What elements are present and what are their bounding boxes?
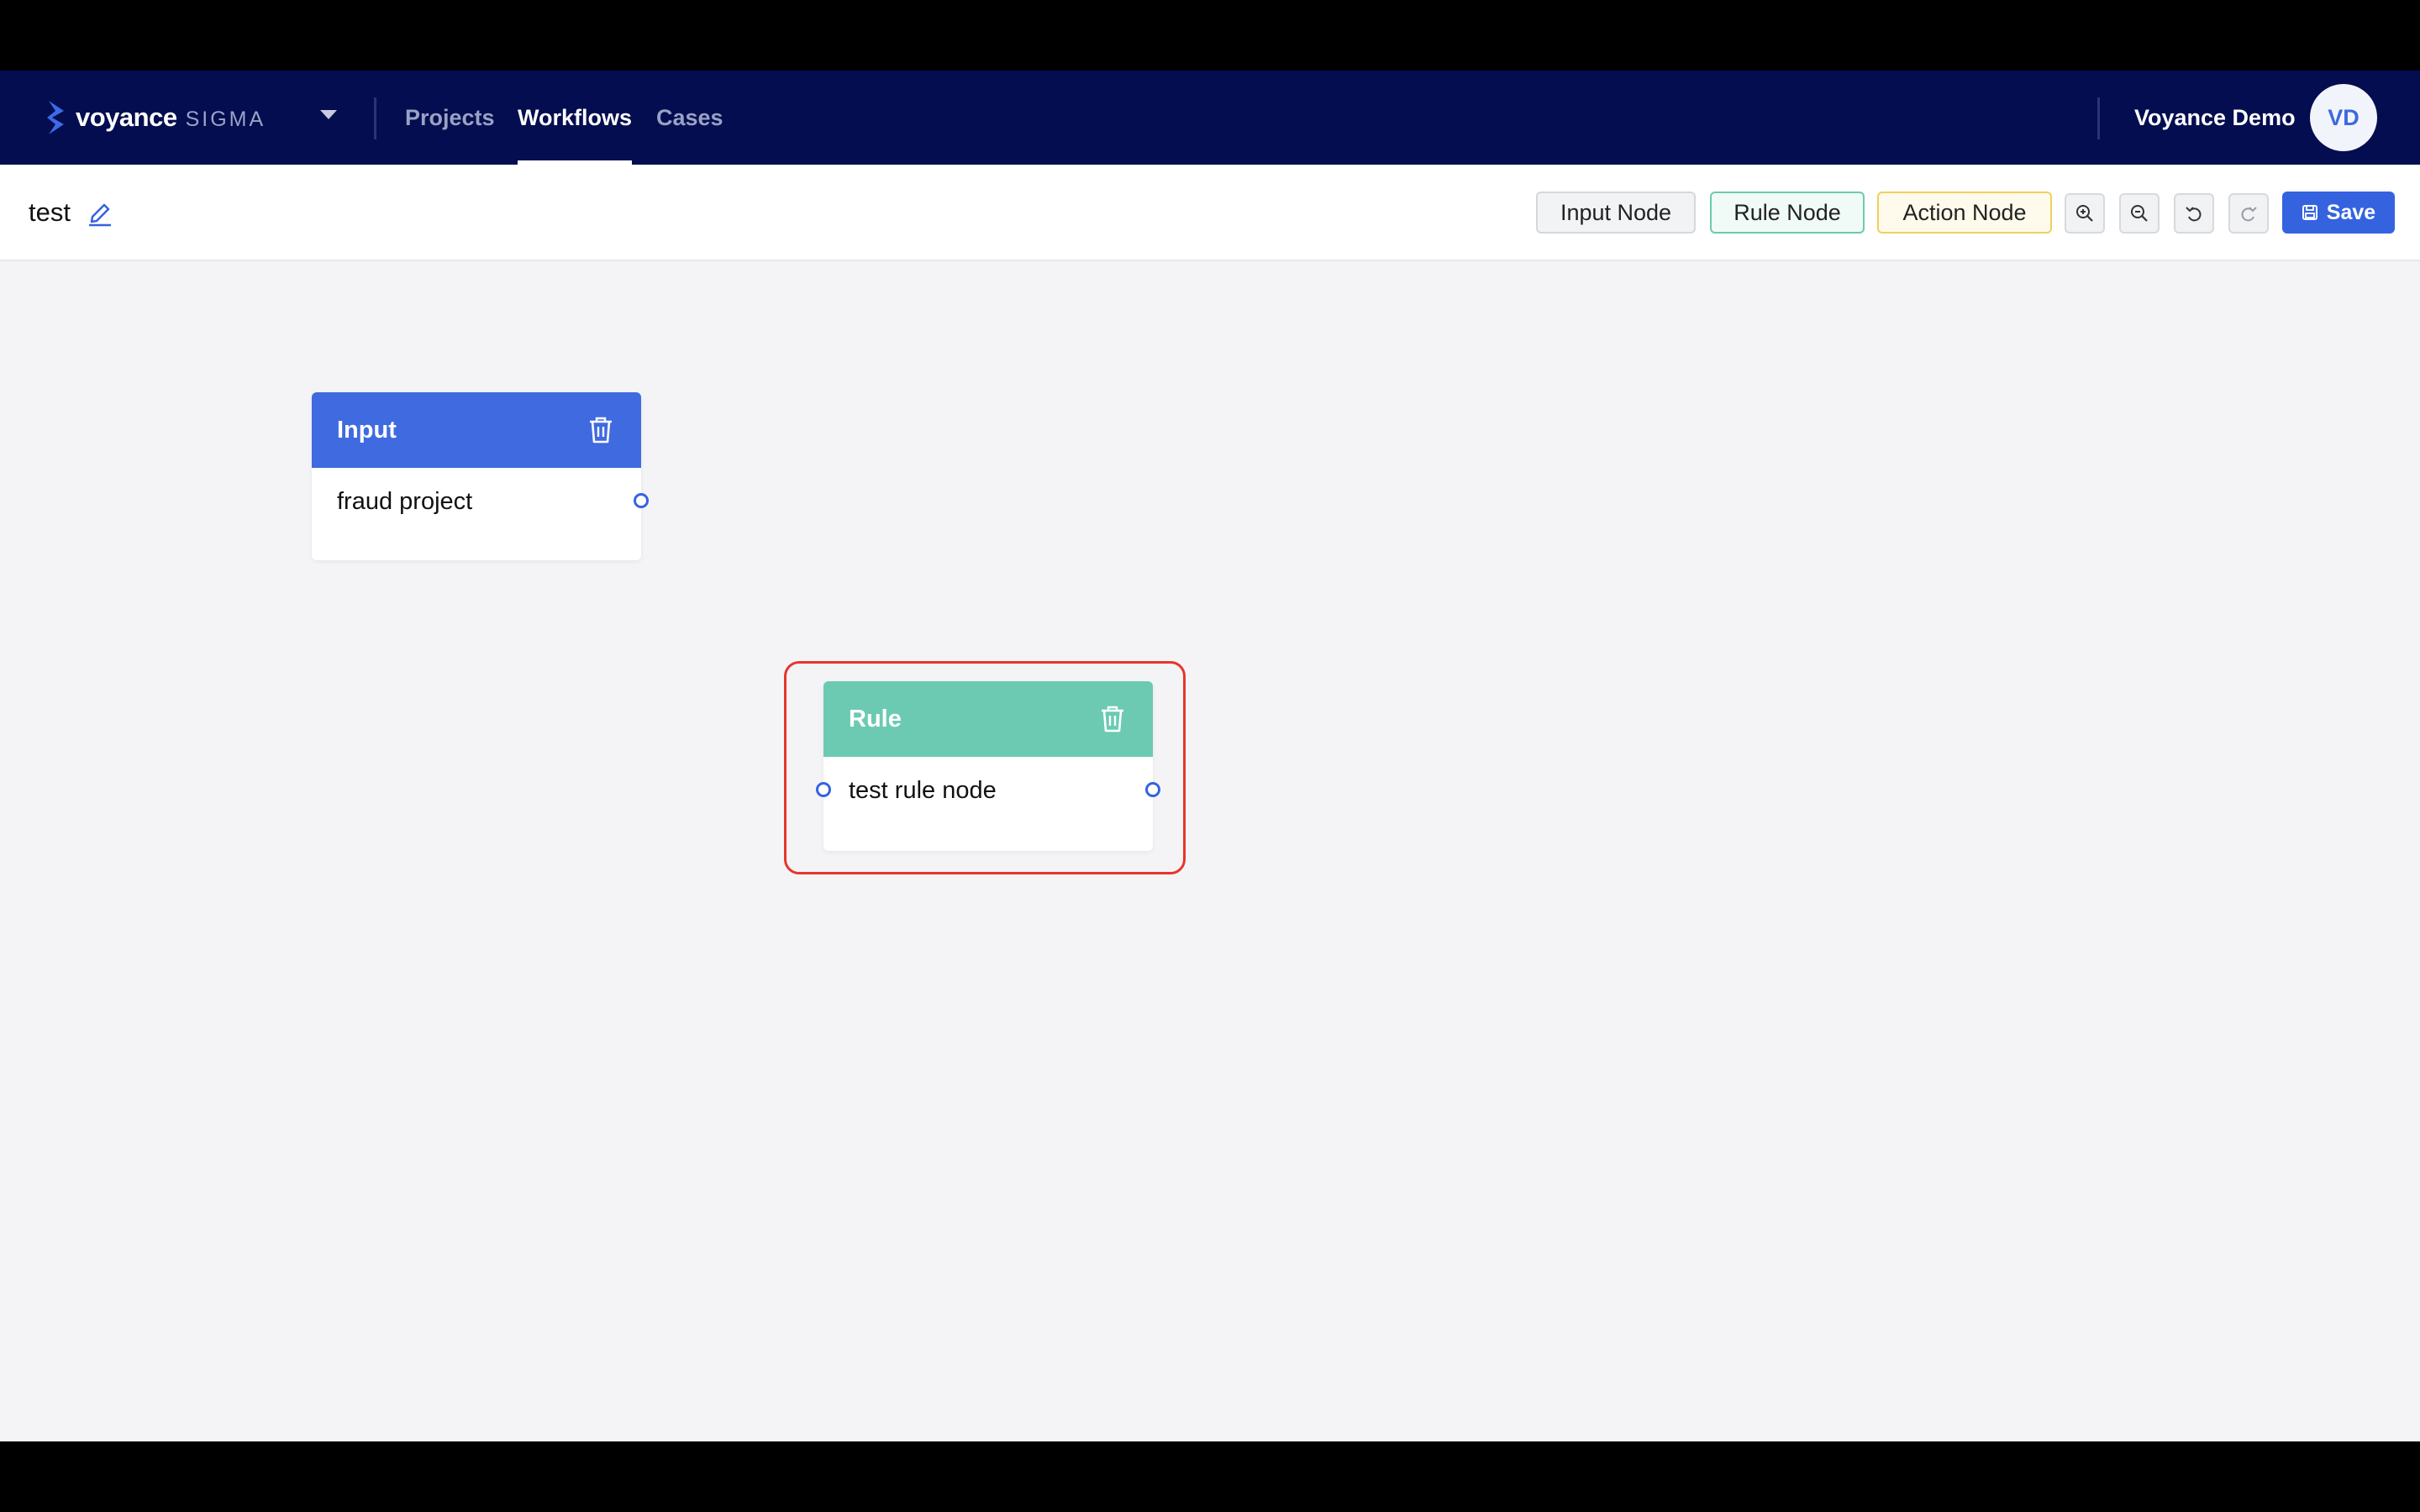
input-node-output-handle[interactable] <box>634 493 649 508</box>
app-frame: voyance SIGMA Projects Workflows Cases V… <box>0 71 2420 1441</box>
input-node-title: Input <box>337 416 397 444</box>
rule-node-input-handle[interactable] <box>816 782 831 797</box>
input-node[interactable]: Input fraud project <box>312 392 649 560</box>
delete-rule-node-button[interactable] <box>1097 704 1128 734</box>
user-name[interactable]: Voyance Demo <box>2134 71 2296 165</box>
input-node-body: fraud project <box>337 488 473 515</box>
redo-button[interactable] <box>2228 193 2269 234</box>
rule-node-title: Rule <box>849 705 902 732</box>
edit-icon <box>89 203 111 227</box>
nav-cases[interactable]: Cases <box>656 71 723 165</box>
brand-logo[interactable]: voyance SIGMA <box>44 96 266 139</box>
save-icon <box>2302 205 2317 220</box>
input-node-header[interactable]: Input <box>312 392 641 468</box>
redo-icon <box>2241 207 2257 222</box>
logo-icon <box>47 101 64 134</box>
rule-node-body: test rule node <box>849 777 997 804</box>
add-action-node-button[interactable]: Action Node <box>1877 192 2052 234</box>
nav-workflows[interactable]: Workflows <box>518 71 633 165</box>
undo-icon <box>2186 207 2202 222</box>
zoom-in-button[interactable] <box>2065 193 2105 234</box>
nav-divider <box>374 97 376 139</box>
undo-button[interactable] <box>2174 193 2214 234</box>
zoom-out-icon <box>2131 205 2148 222</box>
save-button[interactable]: Save <box>2282 192 2395 234</box>
workflow-toolbar: test Input Node Rule Node Action Node Sa… <box>0 165 2420 261</box>
avatar[interactable]: VD <box>2310 84 2377 151</box>
zoom-in-icon <box>2076 205 2093 222</box>
rule-node-header[interactable]: Rule <box>823 681 1153 757</box>
top-navbar: voyance SIGMA Projects Workflows Cases V… <box>0 71 2420 165</box>
delete-input-node-button[interactable] <box>586 415 616 445</box>
rule-node[interactable]: Rule test rule node <box>816 681 1160 851</box>
trash-icon <box>1102 706 1123 732</box>
workflow-title: test <box>29 197 71 227</box>
edit-title-button[interactable] <box>87 198 113 227</box>
chevron-down-icon[interactable] <box>318 104 339 126</box>
trash-icon <box>590 417 612 444</box>
rule-node-output-handle[interactable] <box>1145 782 1160 797</box>
nav-projects[interactable]: Projects <box>405 71 495 165</box>
brand-name: voyance <box>76 102 177 132</box>
save-label: Save <box>2326 200 2376 224</box>
zoom-out-button[interactable] <box>2119 193 2160 234</box>
workflow-canvas[interactable]: Input fraud project Rule test rule node <box>0 261 2420 1441</box>
add-rule-node-button[interactable]: Rule Node <box>1710 192 1865 234</box>
brand-product: SIGMA <box>185 107 266 131</box>
add-input-node-button[interactable]: Input Node <box>1536 192 1696 234</box>
nav-right-divider <box>2097 97 2100 139</box>
